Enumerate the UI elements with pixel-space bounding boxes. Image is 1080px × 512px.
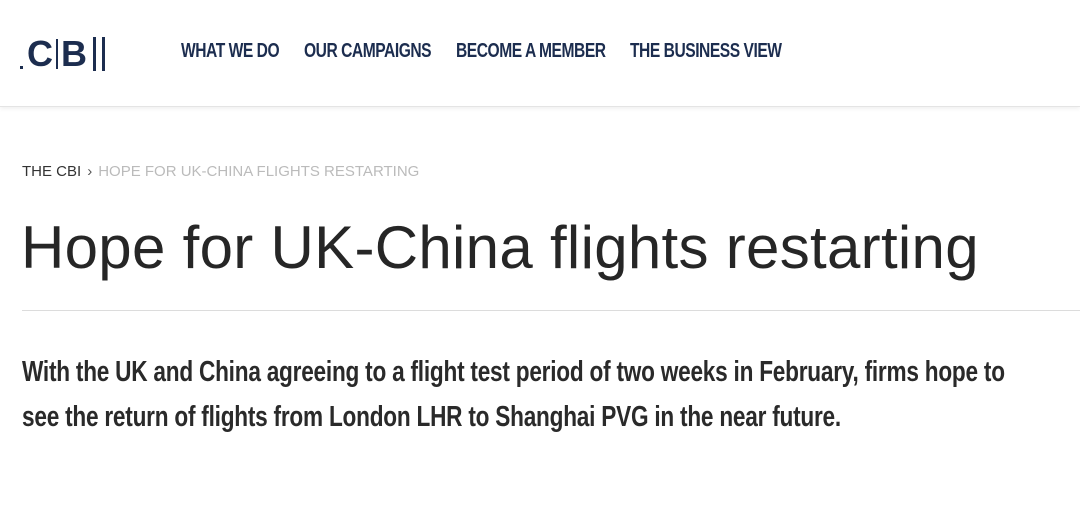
site-header: C B WHAT WE DO OUR CAMPAIGNS BECOME A ME… [0, 0, 1080, 107]
logo-bar [93, 37, 96, 71]
breadcrumb-separator-icon: › [87, 163, 93, 180]
nav-item-become-a-member[interactable]: BECOME A MEMBER [456, 38, 606, 64]
cbi-logo[interactable]: C B [20, 34, 105, 74]
nav-item-our-campaigns[interactable]: OUR CAMPAIGNS [304, 38, 432, 64]
page-title: Hope for UK-China flights restarting [21, 214, 979, 281]
breadcrumb-root-link[interactable]: THE CBI [22, 163, 81, 180]
article-lede: With the UK and China agreeing to a flig… [22, 356, 1005, 433]
nav-item-the-business-view[interactable]: THE BUSINESS VIEW [630, 38, 782, 64]
logo-dot [20, 65, 23, 69]
logo-letter-c: C [27, 33, 53, 74]
breadcrumb: THE CBI › HOPE FOR UK-CHINA FLIGHTS RESTAR… [22, 163, 419, 181]
divider [22, 310, 1080, 311]
logo-letter-b: B [61, 33, 87, 74]
logo-bar [56, 39, 58, 69]
breadcrumb-current: HOPE FOR UK-CHINA FLIGHTS RESTARTING [98, 163, 420, 180]
logo-bar [102, 37, 105, 71]
nav-item-what-we-do[interactable]: WHAT WE DO [181, 38, 280, 64]
